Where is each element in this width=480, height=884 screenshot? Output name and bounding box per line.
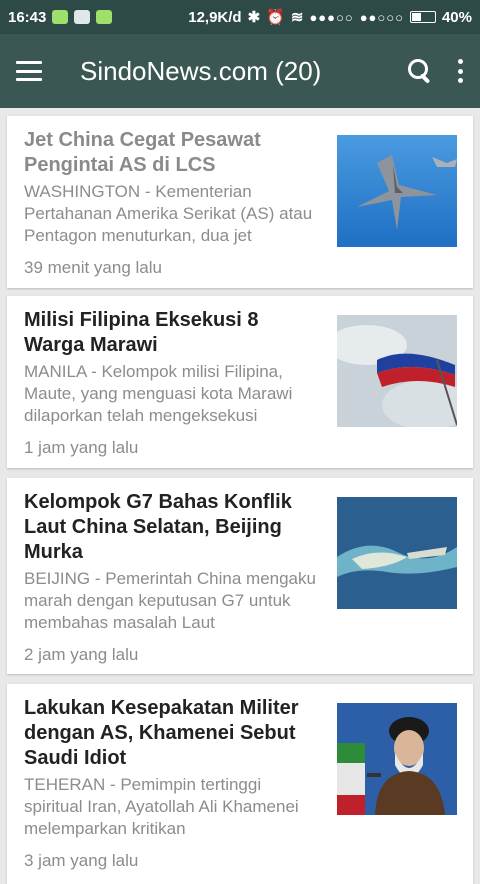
- line-app-icon: [52, 10, 69, 24]
- search-icon[interactable]: [406, 57, 434, 85]
- news-thumbnail-portrait: [337, 703, 457, 815]
- bluetooth-icon: ✱: [247, 9, 261, 26]
- news-headline: Kelompok G7 Bahas Konflik Laut China Sel…: [24, 491, 292, 563]
- news-thumbnail-island: [337, 497, 457, 609]
- app-bar: SindoNews.com (20): [0, 34, 480, 108]
- more-options-icon[interactable]: [456, 59, 464, 83]
- news-card[interactable]: Kelompok G7 Bahas Konflik Laut China Sel…: [7, 478, 473, 674]
- news-headline: Jet China Cegat Pesawat Pengintai AS di …: [24, 129, 261, 176]
- app-title: SindoNews.com (20): [80, 55, 322, 86]
- news-headline: Milisi Filipina Eksekusi 8 Warga Marawi: [24, 309, 259, 356]
- news-headline: Lakukan Kesepakatan Militer dengan AS, K…: [24, 697, 299, 769]
- status-time: 16:43: [8, 8, 47, 26]
- signal-sim1: ●●●○○: [309, 9, 354, 25]
- news-summary: MANILA - Kelompok milisi Filipina, Maute…: [24, 362, 293, 425]
- network-speed: 12,9K/d: [188, 8, 242, 26]
- camera-notification-icon: [74, 10, 91, 24]
- battery-level: 40%: [441, 8, 472, 26]
- news-card[interactable]: Lakukan Kesepakatan Militer dengan AS, K…: [7, 684, 473, 884]
- news-thumbnail-jet: [337, 135, 457, 247]
- news-time: 39 menit yang lalu: [24, 258, 162, 277]
- news-time: 2 jam yang lalu: [24, 645, 139, 664]
- status-bar: 16:43 12,9K/d ✱ ⏰ ≋ ●●●○○ ●●○○○ 40%: [0, 0, 480, 34]
- chat-notification-icon: [96, 10, 113, 24]
- news-summary: TEHERAN - Pemimpin tertinggi spiritual I…: [24, 775, 299, 838]
- alarm-icon: ⏰: [266, 9, 285, 26]
- news-card[interactable]: Jet China Cegat Pesawat Pengintai AS di …: [7, 116, 473, 288]
- wifi-icon: ≋: [290, 9, 304, 26]
- news-card[interactable]: Milisi Filipina Eksekusi 8 Warga Marawi …: [7, 296, 473, 468]
- news-time: 3 jam yang lalu: [24, 851, 139, 870]
- news-time: 1 jam yang lalu: [24, 438, 139, 457]
- news-thumbnail-flag: [337, 315, 457, 427]
- news-summary: BEIJING - Pemerintah China mengaku marah…: [24, 569, 316, 632]
- signal-sim2: ●●○○○: [359, 9, 404, 25]
- menu-icon[interactable]: [16, 61, 42, 81]
- battery-icon: [409, 11, 436, 23]
- news-summary: WASHINGTON - Kementerian Pertahanan Amer…: [24, 182, 313, 245]
